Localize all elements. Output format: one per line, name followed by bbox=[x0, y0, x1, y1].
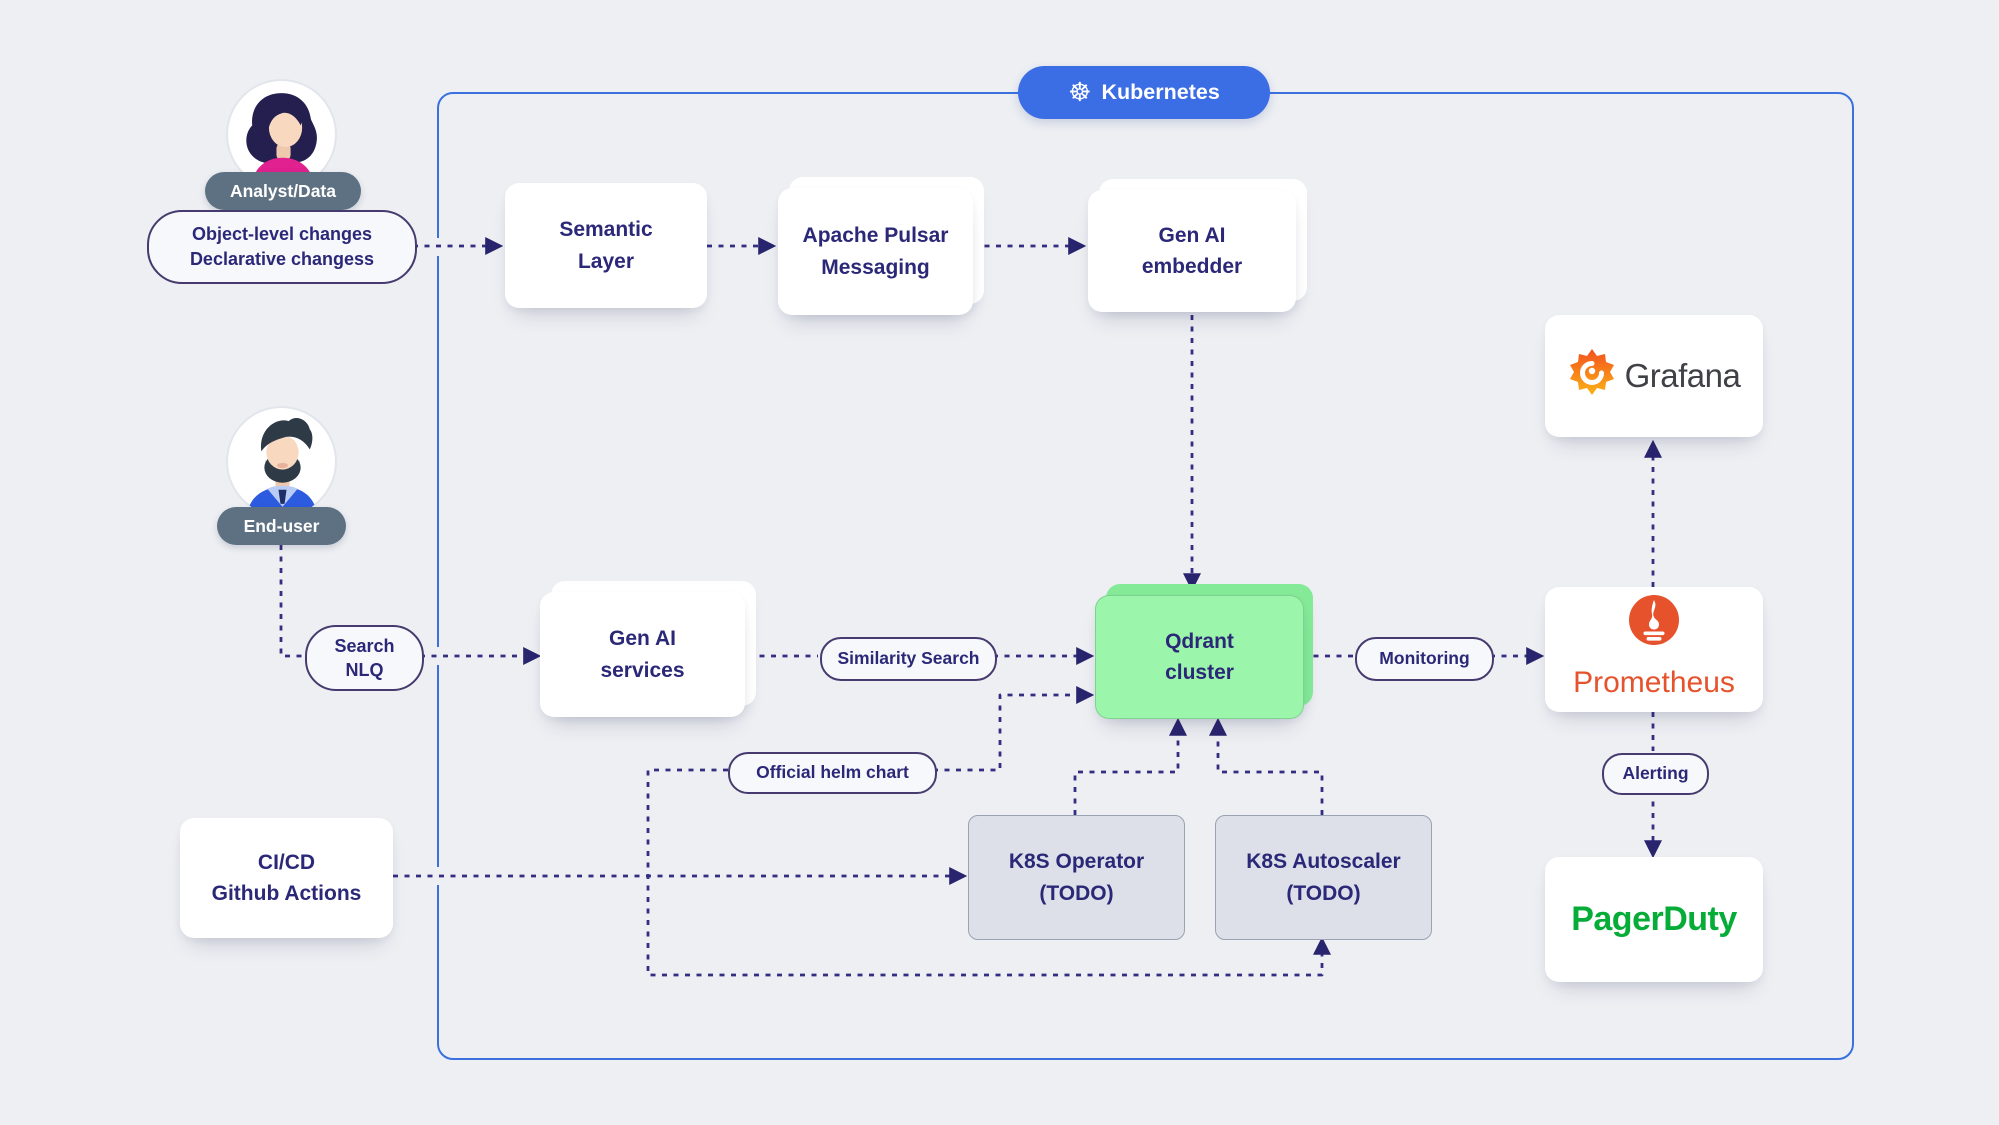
architecture-diagram: ☸ Kubernetes Analyst/Data Object-level c… bbox=[0, 0, 1999, 1125]
node-pagerduty: PagerDuty bbox=[1545, 857, 1763, 982]
monitoring-text: Monitoring bbox=[1379, 647, 1469, 671]
k8s-autoscaler-line1: K8S Autoscaler bbox=[1246, 846, 1400, 878]
genai-services-line1: Gen AI bbox=[609, 623, 676, 655]
semantic-layer-line1: Semantic bbox=[559, 214, 652, 246]
similarity-search-text: Similarity Search bbox=[837, 647, 979, 671]
k8s-operator-line1: K8S Operator bbox=[1009, 846, 1144, 878]
prometheus-wordmark: Prometheus bbox=[1573, 660, 1735, 705]
pulsar-line1: Apache Pulsar bbox=[803, 220, 949, 252]
node-qdrant-cluster: Qdrant cluster bbox=[1095, 595, 1302, 717]
end-user-label-text: End-user bbox=[244, 516, 320, 537]
cicd-line1: CI/CD bbox=[258, 847, 315, 879]
persona-label-analyst: Analyst/Data bbox=[205, 172, 361, 210]
official-helm-chart-text: Official helm chart bbox=[756, 761, 909, 785]
genai-services-line2: services bbox=[600, 655, 684, 687]
node-grafana: Grafana bbox=[1545, 315, 1763, 437]
pagerduty-wordmark: PagerDuty bbox=[1571, 894, 1737, 945]
edge-label-official-helm-chart: Official helm chart bbox=[728, 752, 937, 794]
embedder-line1: Gen AI bbox=[1159, 220, 1226, 252]
node-k8s-operator: K8S Operator (TODO) bbox=[968, 815, 1185, 940]
analyst-label-text: Analyst/Data bbox=[230, 181, 336, 202]
prometheus-logo-icon bbox=[1628, 594, 1680, 656]
edge-label-monitoring: Monitoring bbox=[1355, 637, 1494, 681]
analyst-note-line1: Object-level changes bbox=[192, 222, 372, 247]
edge-label-alerting: Alerting bbox=[1602, 753, 1709, 795]
search-nlq-line2: NLQ bbox=[346, 658, 384, 682]
node-semantic-layer: Semantic Layer bbox=[505, 183, 707, 308]
kubernetes-wheel-icon: ☸ bbox=[1068, 80, 1091, 106]
node-genai-embedder: Gen AI embedder bbox=[1088, 190, 1296, 312]
node-k8s-autoscaler: K8S Autoscaler (TODO) bbox=[1215, 815, 1432, 940]
node-cicd-github-actions: CI/CD Github Actions bbox=[180, 818, 393, 938]
analyst-note-line2: Declarative changess bbox=[190, 247, 374, 272]
grafana-logo-icon bbox=[1568, 347, 1616, 405]
node-prometheus: Prometheus bbox=[1545, 587, 1763, 712]
node-genai-services: Gen AI services bbox=[540, 592, 745, 717]
cicd-line2: Github Actions bbox=[212, 878, 362, 910]
semantic-layer-line2: Layer bbox=[578, 246, 634, 278]
pulsar-line2: Messaging bbox=[821, 252, 930, 284]
grafana-wordmark: Grafana bbox=[1625, 351, 1741, 401]
kubernetes-badge: ☸ Kubernetes bbox=[1018, 66, 1270, 119]
search-nlq-line1: Search bbox=[334, 634, 394, 658]
k8s-autoscaler-line2: (TODO) bbox=[1286, 878, 1360, 910]
kubernetes-badge-label: Kubernetes bbox=[1102, 80, 1220, 105]
alerting-text: Alerting bbox=[1622, 762, 1688, 786]
edge-label-search-nlq: Search NLQ bbox=[305, 625, 424, 691]
qdrant-line2: cluster bbox=[1165, 657, 1234, 689]
persona-label-end-user: End-user bbox=[217, 507, 346, 545]
analyst-note-pill: Object-level changes Declarative changes… bbox=[147, 210, 417, 284]
edge-label-similarity-search: Similarity Search bbox=[820, 637, 997, 681]
embedder-line2: embedder bbox=[1142, 251, 1242, 283]
qdrant-line1: Qdrant bbox=[1165, 626, 1234, 658]
end-user-avatar-icon bbox=[225, 405, 338, 523]
k8s-operator-line2: (TODO) bbox=[1039, 878, 1113, 910]
node-apache-pulsar: Apache Pulsar Messaging bbox=[778, 188, 973, 315]
